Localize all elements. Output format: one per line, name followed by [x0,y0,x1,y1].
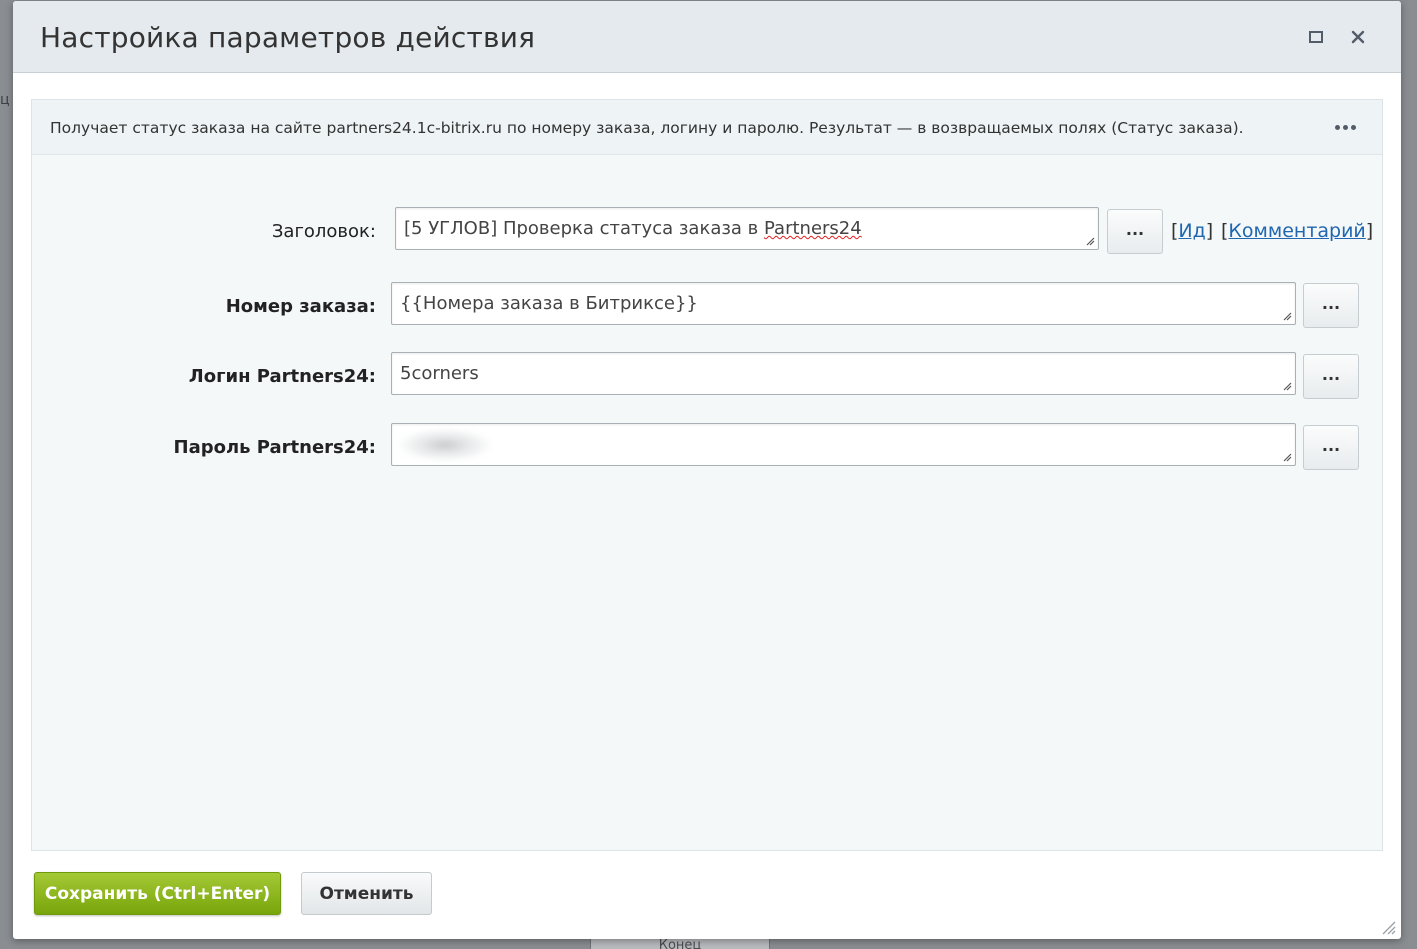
action-settings-dialog: Настройка параметров действия Получает с… [13,1,1401,939]
description-bar: Получает статус заказа на сайте partners… [32,100,1382,155]
password-input[interactable] [391,423,1296,466]
order-number-insert-button[interactable]: ... [1303,283,1359,328]
close-button[interactable] [1344,25,1372,53]
title-input[interactable]: [5 УГЛОВ] Проверка статуса заказа в Part… [395,207,1099,250]
save-button[interactable]: Сохранить (Ctrl+Enter) [34,872,281,915]
login-label: Логин Partners24: [188,366,376,387]
more-dots-icon [1334,124,1340,130]
login-insert-button[interactable]: ... [1303,354,1359,399]
order-number-row: Номер заказа: {{Номера заказа в Битриксе… [32,282,1382,332]
dialog-title: Настройка параметров действия [40,21,536,54]
settings-panel: Получает статус заказа на сайте partners… [31,99,1383,851]
more-options-button[interactable] [1330,116,1360,138]
blurred-password [396,428,494,462]
dialog-header: Настройка параметров действия [13,1,1401,73]
cancel-button[interactable]: Отменить [301,872,432,915]
login-input[interactable]: 5corners [391,352,1296,395]
password-row: Пароль Partners24: ... [32,423,1382,473]
maximize-button[interactable] [1302,25,1330,53]
resize-grip-icon [1086,237,1095,246]
comment-link-wrap: [Комментарий] [1221,220,1374,242]
close-icon [1350,29,1366,49]
comment-link[interactable]: Комментарий [1228,220,1365,242]
maximize-icon [1308,29,1324,49]
id-link[interactable]: Ид [1178,220,1205,242]
id-link-wrap: [Ид] [1171,220,1214,242]
resize-grip-icon [1283,312,1292,321]
login-row: Логин Partners24: 5corners ... [32,352,1382,402]
title-row: Заголовок: [5 УГЛОВ] Проверка статуса за… [32,207,1382,257]
title-insert-button[interactable]: ... [1107,209,1163,254]
action-description: Получает статус заказа на сайте partners… [50,119,1244,137]
order-number-input[interactable]: {{Номера заказа в Битриксе}} [391,282,1296,325]
password-insert-button[interactable]: ... [1303,425,1359,470]
background-text-fragment: ц [0,92,10,108]
dialog-resize-icon[interactable] [1380,919,1396,935]
password-label: Пароль Partners24: [173,437,377,458]
resize-grip-icon [1283,453,1292,462]
title-label: Заголовок: [271,221,376,242]
spellcheck-word: Partners24 [764,218,862,239]
resize-grip-icon [1283,382,1292,391]
order-number-label: Номер заказа: [225,296,376,317]
